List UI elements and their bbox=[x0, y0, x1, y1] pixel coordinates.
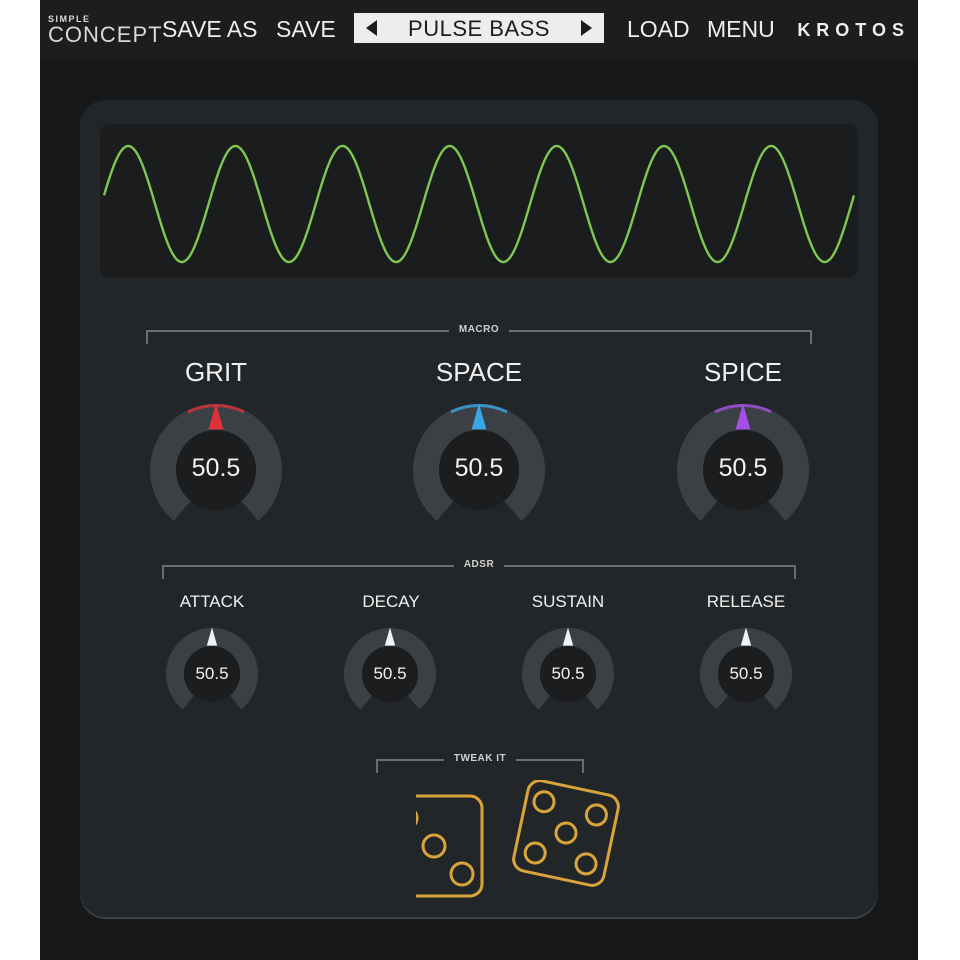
sustain-value: 50.5 bbox=[551, 664, 585, 683]
logo-big-text: CONCEPT bbox=[48, 22, 163, 47]
app-window: SIMPLE CONCEPT SAVE AS SAVE PULSE BASS L… bbox=[40, 0, 918, 960]
oscilloscope-display bbox=[100, 124, 858, 278]
decay-label: DECAY bbox=[362, 592, 420, 611]
grit-value: 50.5 bbox=[191, 454, 241, 482]
macro-section-frame: MACRO bbox=[146, 324, 812, 344]
macro-section-label: MACRO bbox=[448, 324, 510, 335]
sustain-knob[interactable]: 50.5 bbox=[520, 626, 616, 722]
load-button[interactable]: LOAD bbox=[627, 16, 690, 43]
menu-button[interactable]: MENU bbox=[707, 16, 775, 43]
adsr-section-label: ADSR bbox=[453, 559, 505, 570]
release-label: RELEASE bbox=[706, 592, 786, 611]
decay-value: 50.5 bbox=[373, 664, 407, 683]
sustain-label: SUSTAIN bbox=[531, 592, 605, 611]
spice-label: SPICE bbox=[703, 357, 783, 387]
preset-selector[interactable]: PULSE BASS bbox=[354, 13, 604, 43]
brand-logo: KROTOS bbox=[797, 20, 910, 40]
space-label: SPACE bbox=[435, 357, 523, 387]
attack-knob[interactable]: 50.5 bbox=[164, 626, 260, 722]
grit-knob[interactable]: 50.5 bbox=[148, 402, 284, 538]
triangle-right-icon[interactable] bbox=[581, 20, 592, 36]
tweak-section-label: TWEAK IT bbox=[443, 753, 517, 764]
attack-label: ATTACK bbox=[179, 592, 245, 611]
save-as-button[interactable]: SAVE AS bbox=[162, 16, 257, 43]
preset-name: PULSE BASS bbox=[408, 16, 550, 41]
save-button[interactable]: SAVE bbox=[276, 16, 336, 43]
tweak-section-frame: TWEAK IT bbox=[376, 753, 584, 773]
adsr-section-frame: ADSR bbox=[162, 559, 796, 579]
release-value: 50.5 bbox=[729, 664, 763, 683]
decay-knob[interactable]: 50.5 bbox=[342, 626, 438, 722]
spice-knob[interactable]: 50.5 bbox=[675, 402, 811, 538]
top-toolbar: SIMPLE CONCEPT SAVE AS SAVE PULSE BASS L… bbox=[40, 0, 918, 60]
logo: SIMPLE CONCEPT bbox=[48, 14, 163, 46]
release-knob[interactable]: 50.5 bbox=[698, 626, 794, 722]
waveform bbox=[102, 144, 856, 264]
waveform-line bbox=[102, 144, 856, 264]
space-value: 50.5 bbox=[454, 454, 504, 482]
attack-value: 50.5 bbox=[195, 664, 229, 683]
space-knob[interactable]: 50.5 bbox=[411, 402, 547, 538]
spice-value: 50.5 bbox=[718, 454, 768, 482]
dice-icon[interactable] bbox=[380, 779, 626, 907]
grit-label: GRIT bbox=[184, 357, 248, 387]
